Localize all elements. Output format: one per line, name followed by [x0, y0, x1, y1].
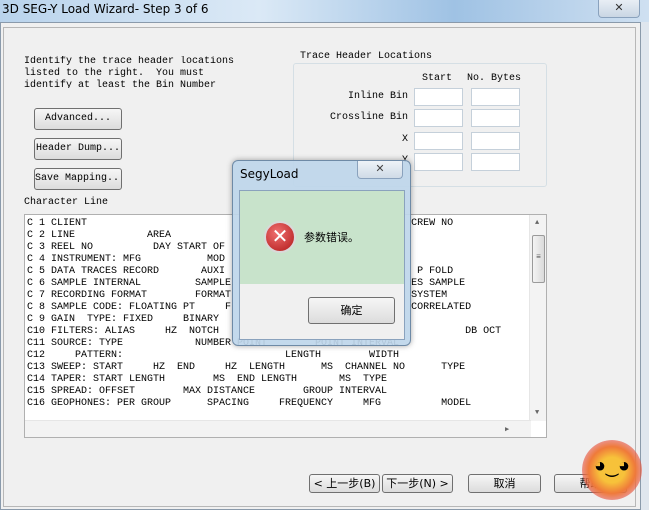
- col-bytes-header: No. Bytes: [467, 73, 522, 84]
- crossline-bin-label: Crossline Bin: [329, 112, 408, 123]
- crossline-bin-start-input[interactable]: [414, 109, 463, 127]
- advanced-button[interactable]: Advanced...: [34, 108, 122, 130]
- character-line-row: C13 SWEEP: START HZ END HZ LENGTH MS CHA…: [27, 362, 466, 373]
- next-button[interactable]: 下一步(N) >: [382, 474, 453, 493]
- inline-bin-label: Inline Bin: [347, 91, 408, 102]
- cancel-button[interactable]: 取消: [468, 474, 541, 493]
- dialog-close-button[interactable]: ✕: [357, 161, 403, 179]
- title-bar: 3D SEG-Y Load Wizard- Step 3 of 6 ✕: [0, 0, 649, 22]
- y-bytes-input[interactable]: [471, 153, 520, 171]
- error-icon: ✕: [264, 221, 296, 253]
- scroll-down-icon[interactable]: ▼: [535, 409, 539, 417]
- inline-bin-bytes-input[interactable]: [471, 88, 520, 106]
- dialog-message: 参数错误。: [304, 231, 359, 244]
- dialog-body: ✕ 参数错误。 确定: [239, 190, 405, 340]
- x-label: X: [401, 134, 408, 145]
- instructions-text: Identify the trace header locations list…: [24, 56, 235, 88]
- scroll-right-icon[interactable]: ▶: [505, 425, 509, 434]
- back-button[interactable]: < 上一步(B): [309, 474, 380, 493]
- sun-mascot-icon: ◕‿◕: [582, 440, 642, 500]
- col-start-header: Start: [422, 73, 453, 84]
- horizontal-scrollbar[interactable]: ▶: [25, 420, 531, 437]
- scroll-thumb[interactable]: ≡: [532, 235, 545, 283]
- trace-header-title: Trace Header Locations: [298, 51, 435, 62]
- ok-button[interactable]: 确定: [308, 297, 395, 324]
- error-dialog: SegyLoad ✕ ✕ 参数错误。 确定: [232, 160, 411, 346]
- dialog-message-area: ✕ 参数错误。: [240, 191, 404, 284]
- save-mapping-button[interactable]: Save Mapping...: [34, 168, 122, 190]
- x-start-input[interactable]: [414, 132, 463, 150]
- character-line-row: C16 GEOPHONES: PER GROUP SPACING FREQUEN…: [27, 398, 472, 409]
- y-start-input[interactable]: [414, 153, 463, 171]
- dialog-title: SegyLoad: [240, 167, 299, 181]
- character-line-row: C15 SPREAD: OFFSET MAX DISTANCE GROUP IN…: [27, 386, 388, 397]
- character-line-row: C12 PATTERN: LENGTH WIDTH: [27, 350, 400, 361]
- crossline-bin-bytes-input[interactable]: [471, 109, 520, 127]
- character-line-row: C14 TAPER: START LENGTH MS END LENGTH MS…: [27, 374, 388, 385]
- character-line-label: Character Line: [24, 197, 109, 208]
- vertical-scrollbar[interactable]: ▲ ≡ ▼: [529, 215, 546, 421]
- window-close-button[interactable]: ✕: [598, 0, 640, 18]
- inline-bin-start-input[interactable]: [414, 88, 463, 106]
- window-title: 3D SEG-Y Load Wizard- Step 3 of 6: [2, 2, 209, 16]
- header-dump-button[interactable]: Header Dump...: [34, 138, 122, 160]
- x-bytes-input[interactable]: [471, 132, 520, 150]
- scroll-up-icon[interactable]: ▲: [535, 219, 539, 227]
